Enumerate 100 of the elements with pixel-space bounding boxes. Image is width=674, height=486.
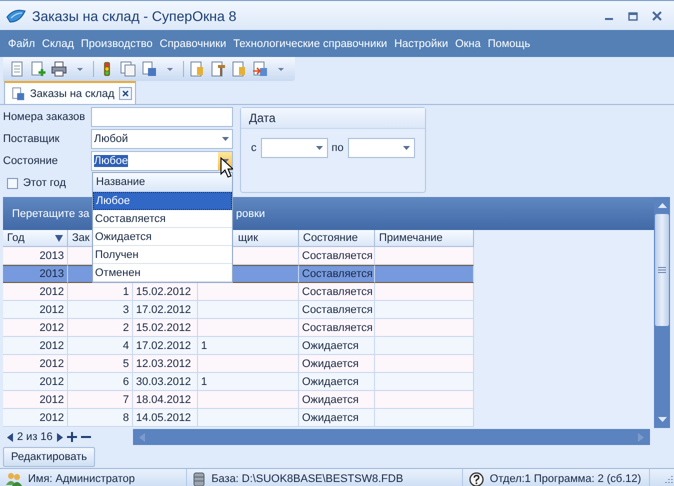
table-cell: 3 (122, 304, 129, 316)
list-item[interactable]: Получен (93, 246, 232, 264)
maximize-icon[interactable] (628, 10, 638, 20)
table-cell: 1 (201, 340, 208, 352)
status-text: Отдел:1 Программа: 2 (сб.12) (490, 473, 642, 485)
group-panel-hint: Перетащите за (12, 208, 90, 220)
table-row[interactable]: 2012 7 18.04.2012 Ожидается (3, 391, 654, 409)
table-cell: 2012 (40, 322, 64, 334)
menu-item[interactable]: Производство (80, 38, 153, 50)
database-icon (193, 472, 206, 486)
list-item[interactable]: Любое (93, 192, 232, 210)
table-cell: 2012 (40, 340, 64, 352)
grip-icon (658, 267, 666, 273)
help-icon (468, 472, 484, 486)
printer-icon[interactable] (51, 61, 67, 77)
menu-item[interactable]: Помощь (488, 38, 530, 50)
date-to-dropdown[interactable] (348, 138, 415, 158)
table-row[interactable]: 2012 4 17.02.2012 1 Ожидается (3, 337, 654, 355)
column-header[interactable]: Год (3, 230, 68, 247)
document-table-icon (11, 86, 25, 100)
document-hammer-icon[interactable] (210, 61, 226, 77)
date-from-dropdown[interactable] (260, 138, 328, 158)
edit-button[interactable]: Редактировать (3, 447, 95, 467)
table-row[interactable]: 2012 6 30.03.2012 1 Ожидается (3, 373, 654, 391)
plus-icon[interactable] (66, 432, 77, 442)
table-row[interactable]: 2012 5 12.03.2012 Ожидается (3, 355, 654, 373)
status-text: База: D:\SUOK8BASE\BESTSW8.FDB (211, 473, 404, 485)
table-cell: 1 (201, 376, 208, 388)
table-cell: 5 (122, 358, 129, 370)
tab[interactable]: Заказы на склад (4, 81, 136, 104)
table-cell: 2012 (40, 286, 64, 298)
table-cell: 2012 (40, 358, 64, 370)
order-numbers-field[interactable] (91, 107, 233, 127)
add-document-icon[interactable] (30, 61, 46, 77)
table-cell: Составляется (302, 304, 373, 316)
table-cell: 8 (122, 412, 129, 424)
table-cell: 15.02.2012 (136, 286, 192, 298)
table-cell: 2012 (40, 412, 64, 424)
table-cell: 1 (122, 286, 129, 298)
table-row[interactable]: 2012 8 14.05.2012 Ожидается (3, 409, 654, 427)
table-cell: 6 (122, 376, 129, 388)
vertical-scrollbar[interactable] (654, 197, 670, 428)
scroll-thumb[interactable] (655, 214, 669, 326)
menu-item[interactable]: Окна (455, 38, 481, 50)
window-title: Заказы на склад - СуперОкна 8 (32, 8, 238, 24)
table-cell: Ожидается (302, 394, 359, 406)
sort-arrow-icon (55, 234, 63, 242)
table-row[interactable]: 2012 2 15.02.2012 Составляется (3, 319, 654, 337)
table-row[interactable]: 2012 3 17.02.2012 Составляется (3, 301, 654, 319)
list-item[interactable]: Составляется (93, 210, 232, 228)
users-icon (6, 472, 22, 486)
table-cell: Ожидается (302, 376, 359, 388)
menu-item[interactable]: Настройки (394, 38, 448, 50)
document-icon[interactable] (231, 61, 247, 77)
document-icon[interactable] (189, 61, 205, 77)
list-item[interactable]: Отменен (93, 264, 232, 282)
export-icon[interactable] (252, 61, 268, 77)
table-cell: Составляется (302, 250, 373, 262)
caret-icon (316, 146, 323, 150)
table-cell: 2013 (40, 268, 64, 280)
list-item[interactable]: Ожидается (93, 228, 232, 246)
menu-item[interactable]: Файл (8, 38, 36, 50)
copy-icon[interactable] (120, 61, 136, 77)
checkbox-label: Этот год (23, 177, 66, 189)
state-dropdown[interactable]: Любое (91, 151, 233, 171)
column-header[interactable]: Состояние (299, 230, 375, 247)
table-cell: 4 (122, 340, 129, 352)
table-cell: 12.03.2012 (136, 358, 192, 370)
checkbox[interactable] (7, 178, 18, 188)
group-panel-hint: ровки (236, 208, 266, 220)
table-cell: Ожидается (302, 358, 359, 370)
menu-item[interactable]: Технологические справочники (233, 38, 388, 50)
field-label: Номера заказов (3, 111, 86, 123)
table-cell: 7 (122, 394, 129, 406)
tab-label: Заказы на склад (30, 88, 114, 100)
field-label: с (251, 142, 256, 154)
close-icon[interactable] (652, 10, 662, 20)
column-header[interactable]: Примечание (375, 230, 474, 247)
previous-icon[interactable] (7, 432, 13, 442)
table-cell: Ожидается (302, 412, 359, 424)
table-cell: Составляется (302, 286, 373, 298)
close-icon[interactable] (119, 87, 132, 100)
table-cell: 2012 (40, 376, 64, 388)
next-icon[interactable] (56, 432, 63, 442)
app-logo-icon (6, 8, 26, 24)
table-cell: Ожидается (302, 340, 359, 352)
resize-grip-icon[interactable] (664, 474, 674, 484)
table-row[interactable]: 2012 1 15.02.2012 Составляется (3, 283, 654, 301)
scroll-down-icon[interactable] (658, 415, 666, 423)
menu-item[interactable]: Склад (42, 38, 74, 50)
document-table-icon[interactable] (141, 61, 157, 77)
group-title: Дата (249, 111, 276, 125)
table-cell: Составляется (302, 322, 373, 334)
table-cell: 14.05.2012 (136, 412, 192, 424)
menu-item[interactable]: Справочники (160, 38, 226, 50)
document-icon[interactable] (9, 61, 25, 77)
supplier-dropdown[interactable]: Любой (91, 129, 233, 149)
table-cell: 2012 (40, 394, 64, 406)
scroll-up-icon[interactable] (658, 202, 666, 210)
field-label: Состояние (3, 155, 59, 167)
